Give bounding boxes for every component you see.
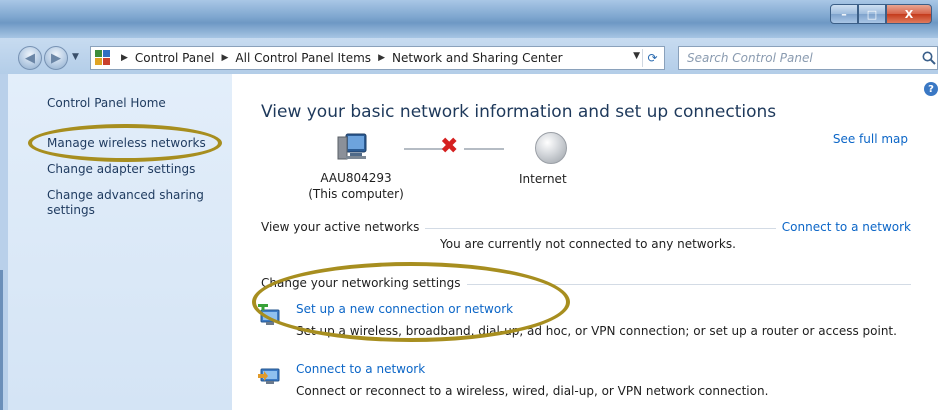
computer-sublabel: (This computer) xyxy=(308,187,404,201)
change-settings-title: Change your networking settings xyxy=(261,276,467,290)
sidebar-item-advanced-sharing[interactable]: Change advanced sharing settings xyxy=(47,188,217,218)
maximize-button[interactable]: □ xyxy=(858,4,886,24)
breadcrumb-separator-icon[interactable]: ▶ xyxy=(218,53,233,63)
recent-pages-dropdown[interactable]: ▼ xyxy=(72,52,79,62)
active-networks-section: View your active networks Connect to a n… xyxy=(261,220,911,236)
help-icon[interactable]: ? xyxy=(924,82,938,96)
minimize-button[interactable]: – xyxy=(830,4,858,24)
map-connection-line xyxy=(404,148,444,150)
active-networks-title: View your active networks xyxy=(261,220,426,234)
connect-to-network-link[interactable]: Connect to a network xyxy=(775,220,911,234)
main-content: ? View your basic network information an… xyxy=(232,74,938,410)
page-title: View your basic network information and … xyxy=(261,102,777,122)
sidebar: Control Panel Home Manage wireless netwo… xyxy=(8,74,232,410)
setup-connection-link[interactable]: Set up a new connection or network xyxy=(296,302,513,316)
sidebar-item-control-panel-home[interactable]: Control Panel Home xyxy=(47,96,166,111)
control-panel-icon xyxy=(95,50,111,66)
window-controls: – □ X xyxy=(830,4,932,24)
window-left-accent xyxy=(0,270,3,410)
address-row: ◀ ▶ ▼ ▶ Control Panel ▶ All Control Pane… xyxy=(0,38,938,74)
search-icon[interactable] xyxy=(921,50,937,66)
breadcrumb-control-panel[interactable]: Control Panel xyxy=(132,51,218,65)
connect-network-icon[interactable] xyxy=(258,364,284,386)
internet-globe-icon[interactable] xyxy=(535,132,567,164)
forward-arrow-icon: ▶ xyxy=(51,50,61,66)
map-connection-line xyxy=(464,148,504,150)
back-button[interactable]: ◀ xyxy=(18,46,42,70)
sidebar-item-adapter-settings[interactable]: Change adapter settings xyxy=(47,162,195,177)
breadcrumb-all-items[interactable]: All Control Panel Items xyxy=(232,51,374,65)
breadcrumb-network-sharing[interactable]: Network and Sharing Center xyxy=(389,51,566,65)
connect-network-task-link[interactable]: Connect to a network xyxy=(296,362,425,376)
breadcrumb-separator-icon[interactable]: ▶ xyxy=(117,53,132,63)
change-settings-section: Change your networking settings xyxy=(261,276,911,292)
not-connected-message: You are currently not connected to any n… xyxy=(440,237,736,251)
computer-name: AAU804293 xyxy=(320,171,392,185)
search-placeholder: Search Control Panel xyxy=(687,51,813,65)
setup-connection-description: Set up a wireless, broadband, dial-up, a… xyxy=(296,324,897,338)
title-bar: – □ X xyxy=(0,0,938,38)
close-button[interactable]: X xyxy=(886,4,932,24)
address-dropdown-icon[interactable]: ▼ xyxy=(633,51,640,61)
forward-button[interactable]: ▶ xyxy=(44,46,68,70)
computer-icon[interactable] xyxy=(336,132,368,162)
refresh-icon[interactable]: ⟳ xyxy=(642,49,662,67)
address-bar[interactable]: ▶ Control Panel ▶ All Control Panel Item… xyxy=(90,46,665,70)
sidebar-item-manage-wireless[interactable]: Manage wireless networks xyxy=(47,136,206,151)
new-connection-icon[interactable] xyxy=(258,304,284,326)
connect-network-description: Connect or reconnect to a wireless, wire… xyxy=(296,384,769,398)
breadcrumb-separator-icon[interactable]: ▶ xyxy=(374,53,389,63)
internet-label: Internet xyxy=(519,172,567,186)
computer-label: AAU804293 (This computer) xyxy=(301,170,411,202)
search-input[interactable]: Search Control Panel xyxy=(678,46,938,70)
see-full-map-link[interactable]: See full map xyxy=(833,132,908,146)
back-arrow-icon: ◀ xyxy=(25,50,35,66)
disconnected-x-icon[interactable]: ✖ xyxy=(440,134,458,160)
